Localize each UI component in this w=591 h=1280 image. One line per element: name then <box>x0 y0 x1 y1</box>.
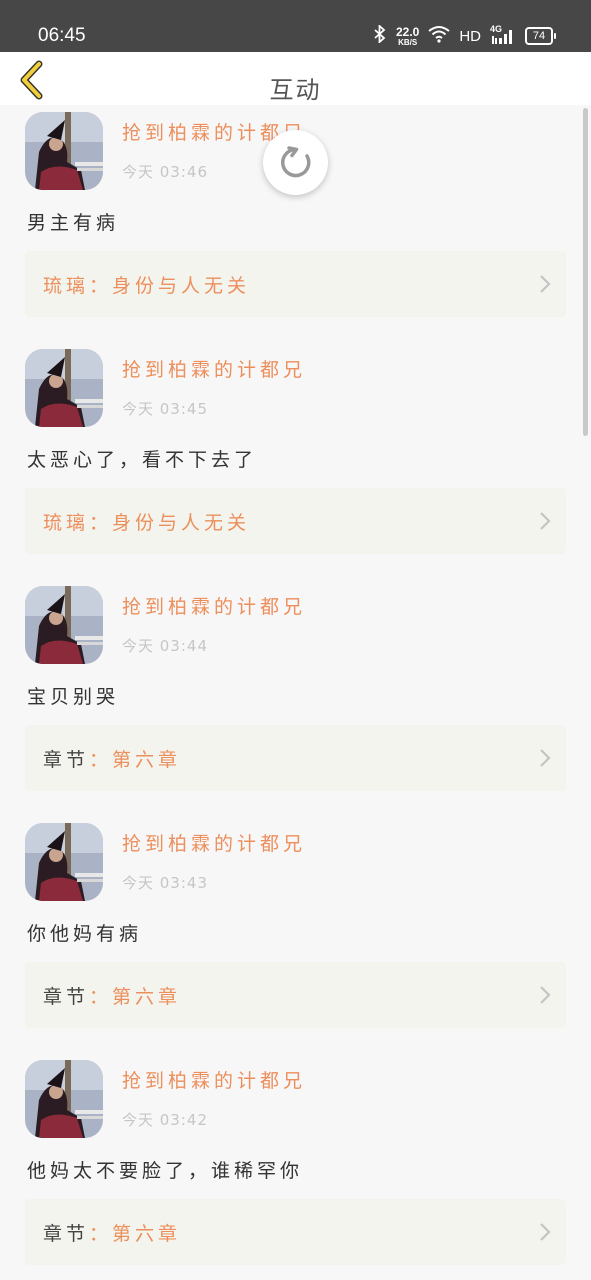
reference-link[interactable]: 章节：第六章 <box>25 725 566 791</box>
comment-text: 宝贝别哭 <box>27 686 120 708</box>
reference-separator: ： <box>89 512 113 534</box>
scrollbar[interactable] <box>583 108 588 436</box>
page-title: 互动 <box>269 76 322 104</box>
reference-value: 第六章 <box>112 1223 182 1245</box>
reference-link[interactable]: 章节：第六章 <box>25 1199 566 1265</box>
avatar[interactable] <box>25 586 103 664</box>
reference-label: 琉璃 <box>43 512 90 534</box>
reference-link[interactable]: 章节：第六章 <box>25 962 566 1028</box>
chevron-right-icon <box>540 512 551 530</box>
comment-text: 他妈太不要脸了，谁稀罕你 <box>27 1160 304 1182</box>
status-time: 06:45 <box>38 25 86 46</box>
reference-value: 第六章 <box>112 986 182 1008</box>
username[interactable]: 抢到柏霖的计都兄 <box>122 592 306 619</box>
username[interactable]: 抢到柏霖的计都兄 <box>122 829 306 856</box>
reference-label: 琉璃 <box>43 275 90 297</box>
reference-link[interactable]: 琉璃：身份与人无关 <box>25 251 566 317</box>
comment-list[interactable]: 抢到柏霖的计都兄 今天 03:46 男主有病 琉璃：身份与人无关 抢到柏霖的计都… <box>0 105 591 1280</box>
comment-text: 太恶心了，看不下去了 <box>27 449 258 471</box>
username[interactable]: 抢到柏霖的计都兄 <box>122 1066 306 1093</box>
reference-link[interactable]: 琉璃：身份与人无关 <box>25 488 566 554</box>
status-bar: 06:45 22.0 KB/S HD 4G 74 <box>0 0 591 52</box>
chevron-right-icon <box>540 749 551 767</box>
comment-time: 今天 03:44 <box>122 637 208 655</box>
chevron-right-icon <box>540 275 551 293</box>
reference-separator: ： <box>89 986 113 1008</box>
comment-text: 男主有病 <box>27 212 120 234</box>
comment-time: 今天 03:46 <box>122 163 208 181</box>
status-icons: 22.0 KB/S HD 4G 74 <box>373 23 556 49</box>
signal-icon: 4G <box>490 24 516 46</box>
comment-time: 今天 03:43 <box>122 874 208 892</box>
battery-icon: 74 <box>525 27 556 45</box>
comment-time: 今天 03:45 <box>122 400 208 418</box>
avatar[interactable] <box>25 349 103 427</box>
avatar[interactable] <box>25 823 103 901</box>
reference-label: 章节 <box>43 1223 90 1245</box>
header: 互动 <box>0 52 591 105</box>
refresh-icon <box>281 146 311 178</box>
reference-value: 身份与人无关 <box>112 275 251 297</box>
refresh-indicator <box>263 130 328 195</box>
hd-indicator: HD <box>459 27 481 45</box>
reference-label: 章节 <box>43 986 90 1008</box>
username[interactable]: 抢到柏霖的计都兄 <box>122 355 306 382</box>
comment-time: 今天 03:42 <box>122 1111 208 1129</box>
bluetooth-icon <box>373 23 387 47</box>
reference-separator: ： <box>89 275 113 297</box>
comment-item: 抢到柏霖的计都兄 今天 03:44 宝贝别哭 章节：第六章 <box>0 579 591 816</box>
comment-item: 抢到柏霖的计都兄 今天 03:42 他妈太不要脸了，谁稀罕你 章节：第六章 <box>0 1053 591 1280</box>
reference-label: 章节 <box>43 749 90 771</box>
comment-item: 抢到柏霖的计都兄 今天 03:45 太恶心了，看不下去了 琉璃：身份与人无关 <box>0 342 591 579</box>
avatar[interactable] <box>25 1060 103 1138</box>
network-speed: 22.0 KB/S <box>395 24 420 47</box>
reference-value: 第六章 <box>112 749 182 771</box>
chevron-right-icon <box>540 1223 551 1241</box>
avatar[interactable] <box>25 112 103 190</box>
reference-separator: ： <box>89 749 113 771</box>
wifi-icon <box>428 25 450 47</box>
comment-item: 抢到柏霖的计都兄 今天 03:43 你他妈有病 章节：第六章 <box>0 816 591 1053</box>
chevron-right-icon <box>540 986 551 1004</box>
reference-separator: ： <box>89 1223 113 1245</box>
reference-value: 身份与人无关 <box>112 512 251 534</box>
comment-text: 你他妈有病 <box>27 923 143 945</box>
